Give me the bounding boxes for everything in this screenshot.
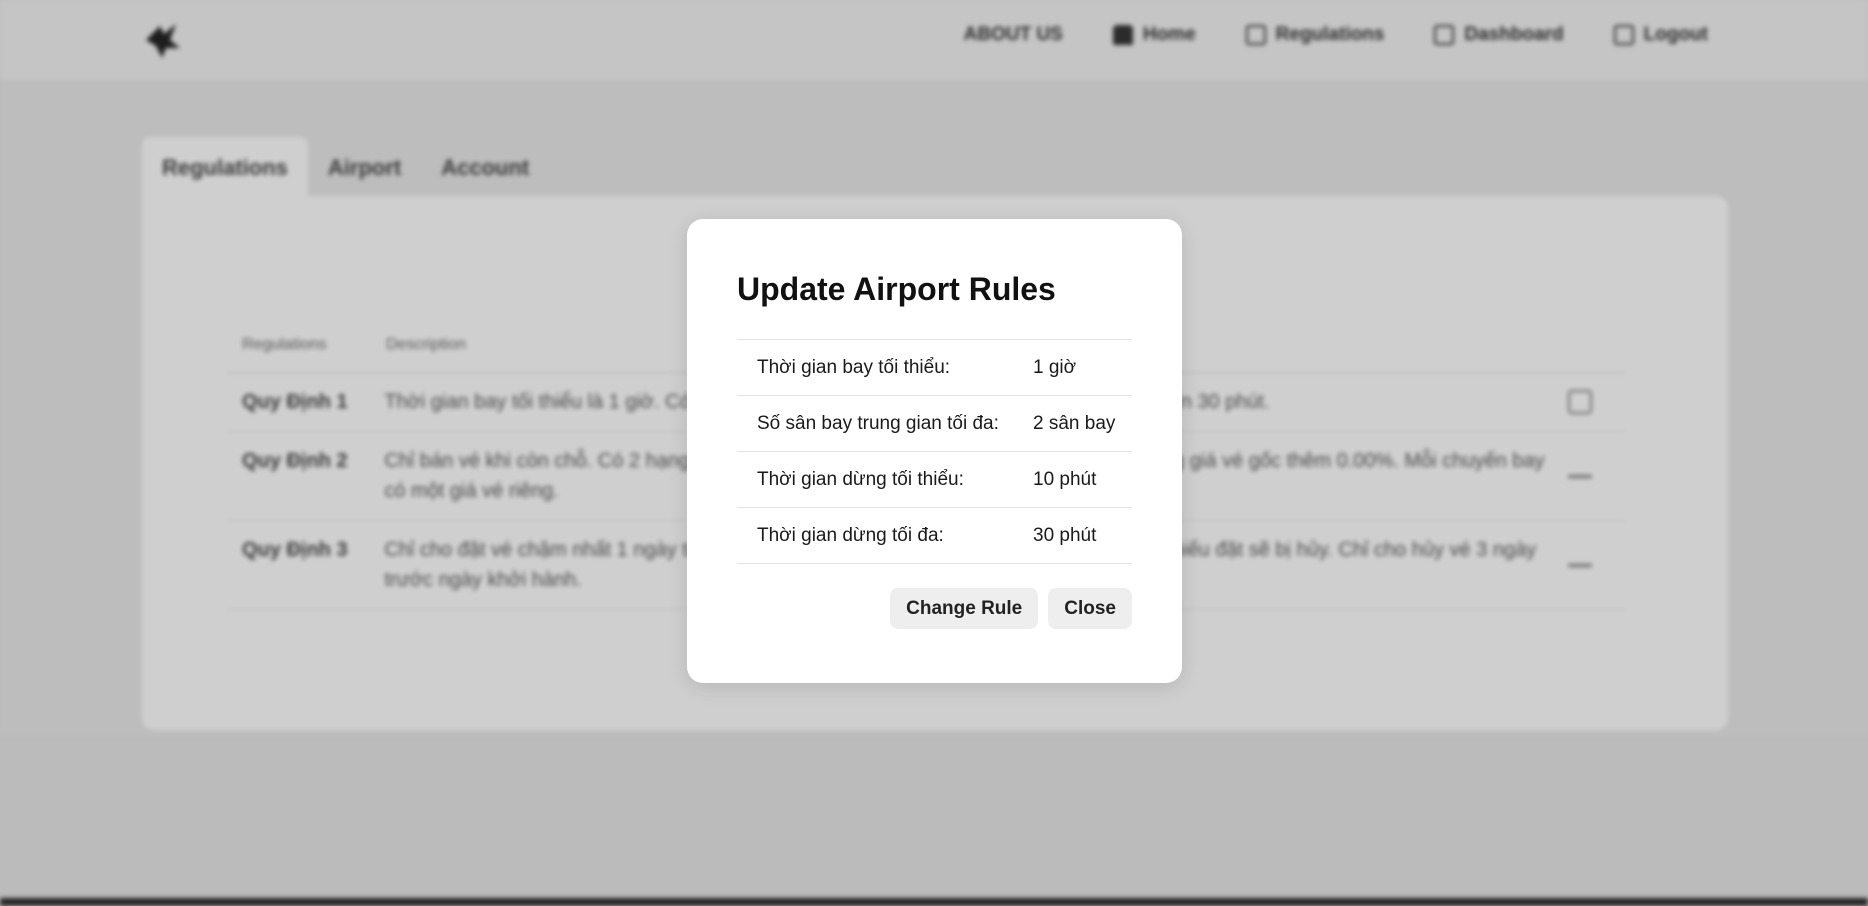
rule-label: Thời gian dừng tối thiểu: bbox=[757, 468, 964, 490]
rule-value: 10 phút bbox=[1033, 468, 1097, 490]
change-rule-button[interactable]: Change Rule bbox=[890, 588, 1039, 629]
rule-label: Số sân bay trung gian tối đa: bbox=[757, 412, 999, 434]
rule-value: 2 sân bay bbox=[1033, 412, 1116, 434]
rule-value: 30 phút bbox=[1033, 524, 1097, 546]
close-button[interactable]: Close bbox=[1048, 588, 1132, 629]
rule-label: Thời gian bay tối thiểu: bbox=[757, 356, 951, 378]
rule-row: Thời gian bay tối thiểu: 1 giờ bbox=[737, 340, 1132, 396]
rule-value: 1 giờ bbox=[1033, 356, 1077, 378]
modal-title: Update Airport Rules bbox=[737, 271, 1056, 307]
rule-row: Số sân bay trung gian tối đa: 2 sân bay bbox=[737, 396, 1132, 452]
modal-actions: Change Rule Close bbox=[737, 588, 1132, 629]
update-rules-modal: Update Airport Rules Thời gian bay tối t… bbox=[687, 219, 1182, 683]
rules-list: Thời gian bay tối thiểu: 1 giờ Số sân ba… bbox=[737, 339, 1132, 564]
rule-row: Thời gian dừng tối đa: 30 phút bbox=[737, 508, 1132, 564]
rule-label: Thời gian dừng tối đa: bbox=[757, 524, 944, 546]
rule-row: Thời gian dừng tối thiểu: 10 phút bbox=[737, 452, 1132, 508]
